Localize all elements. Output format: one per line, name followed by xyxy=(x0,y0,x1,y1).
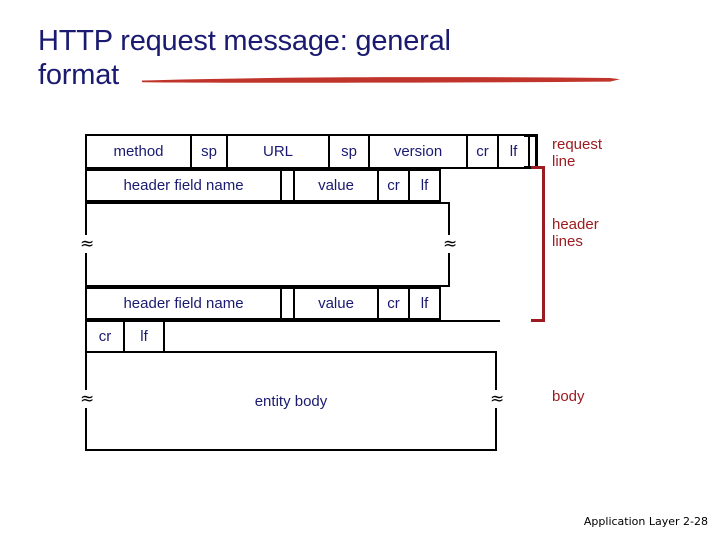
annotation-body: body xyxy=(552,388,585,405)
header-lines-bracket xyxy=(531,166,545,322)
cell-lf-4: lf xyxy=(123,320,165,353)
blank-line-row: cr lf xyxy=(85,320,165,353)
cell-header-field-name-2: header field name xyxy=(85,287,282,320)
cell-sp-2: sp xyxy=(328,134,370,169)
cell-header-field-name-1: header field name xyxy=(85,169,282,202)
continuation-squiggle-left-headers: ≈ xyxy=(80,234,95,254)
cell-lf-2: lf xyxy=(408,169,441,202)
elided-header-lines-box xyxy=(85,202,450,287)
cell-cr-3: cr xyxy=(377,287,410,320)
entity-body-label: entity body xyxy=(254,392,328,410)
cell-cr-1: cr xyxy=(466,134,499,169)
continuation-squiggle-right-body: ≈ xyxy=(490,389,505,409)
annotation-request-line: request line xyxy=(552,136,603,170)
http-request-format-diagram: method sp URL sp version cr lf header fi… xyxy=(0,0,720,540)
cell-header-value-1: value xyxy=(293,169,379,202)
slide-footer: Application Layer 2-28 xyxy=(583,515,708,528)
cell-sp-1: sp xyxy=(190,134,228,169)
cell-lf-3: lf xyxy=(408,287,441,320)
annotation-header-lines: header lines xyxy=(552,216,599,250)
cell-method: method xyxy=(85,134,192,169)
cell-cr-4: cr xyxy=(85,320,125,353)
request-line-bracket xyxy=(524,134,538,169)
entity-body-box: entity body xyxy=(85,351,497,451)
cell-header-value-2: value xyxy=(293,287,379,320)
continuation-squiggle-left-body: ≈ xyxy=(80,389,95,409)
request-line-row: method sp URL sp version cr lf xyxy=(85,134,530,169)
cell-version: version xyxy=(368,134,468,169)
cell-url: URL xyxy=(226,134,330,169)
header-line-row-last: header field name value cr lf xyxy=(85,287,441,320)
blank-line-top-rule xyxy=(165,320,500,322)
header-line-row-first: header field name value cr lf xyxy=(85,169,441,202)
cell-cr-2: cr xyxy=(377,169,410,202)
continuation-squiggle-right-headers: ≈ xyxy=(443,234,458,254)
